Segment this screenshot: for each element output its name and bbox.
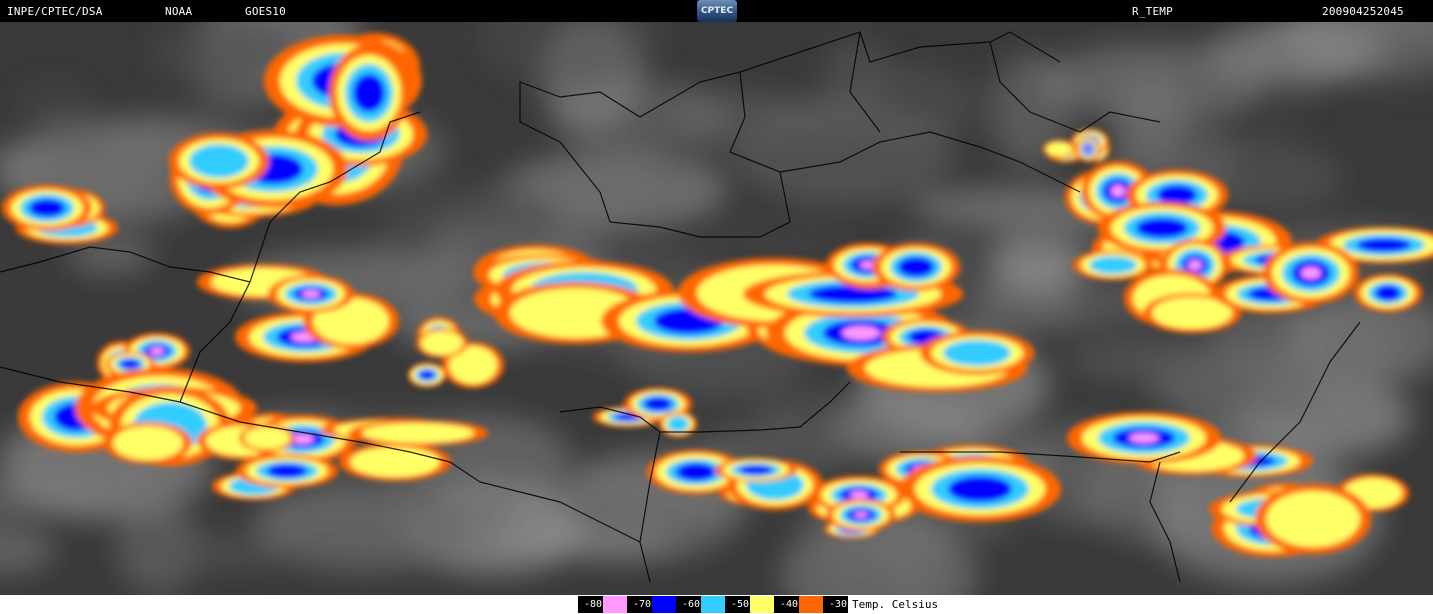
legend-item: -60: [676, 595, 725, 614]
product-label: R_TEMP: [1132, 5, 1173, 18]
convective-cell: [1046, 142, 1072, 156]
convective-cell: [1357, 238, 1411, 252]
temperature-legend: -80 -70 -60 -50 -40 -30 Temp. Celsius: [578, 595, 938, 614]
convective-cell: [1086, 146, 1090, 152]
convective-cell: [809, 285, 897, 303]
legend-item: -30: [823, 595, 848, 614]
legend-item: -80: [578, 595, 627, 614]
convective-cell: [362, 423, 474, 443]
header-bar: INPE/CPTEC/DSA NOAA GOES10 CPTEC R_TEMP …: [0, 0, 1433, 22]
convective-cell: [854, 512, 868, 518]
convective-cell: [1266, 491, 1360, 547]
cloud-texture: [769, 95, 867, 135]
cloud-texture: [1188, 360, 1318, 422]
cloud-texture: [16, 80, 90, 120]
satellite-map[interactable]: [0, 22, 1433, 595]
convective-cell: [29, 199, 65, 217]
convective-cell: [302, 290, 320, 298]
convective-cell: [292, 434, 314, 444]
legend-item: -70: [627, 595, 676, 614]
convective-cell: [1129, 433, 1159, 443]
agency-label: NOAA: [165, 5, 193, 18]
convective-cell: [1157, 185, 1197, 205]
map-canvas: [0, 22, 1433, 595]
convective-cell: [1111, 185, 1125, 197]
satellite-label: GOES10: [245, 5, 286, 18]
legend-swatch: [750, 596, 774, 613]
legend-value: -60: [676, 596, 701, 613]
convective-cell: [1089, 256, 1137, 274]
convective-cell: [419, 370, 435, 380]
legend-value: -50: [725, 596, 750, 613]
convective-cell: [667, 416, 689, 432]
convective-cell: [676, 463, 716, 481]
convective-cell: [1375, 285, 1401, 301]
convective-cell: [244, 427, 290, 449]
cptec-logo: CPTEC: [697, 0, 737, 22]
timestamp-label: 200904252045: [1322, 5, 1404, 18]
convective-cell: [1136, 218, 1188, 238]
convective-cell: [150, 347, 164, 355]
convective-cell: [120, 359, 140, 369]
legend-value: -40: [774, 596, 799, 613]
convective-cell: [850, 491, 868, 499]
cloud-texture: [654, 135, 724, 169]
convective-cell: [350, 447, 440, 477]
convective-cell: [189, 144, 249, 178]
convective-cell: [1301, 267, 1321, 279]
legend-value: -80: [578, 596, 603, 613]
convective-cell: [943, 340, 1011, 366]
legend-value: -70: [627, 596, 652, 613]
legend-item: -40: [774, 595, 823, 614]
convective-cell: [948, 476, 1012, 502]
convective-cell: [842, 326, 880, 340]
convective-cell: [113, 426, 183, 460]
legend-bar: -80 -70 -60 -50 -40 -30 Temp. Celsius: [0, 595, 1433, 614]
cloud-texture: [0, 526, 56, 574]
convective-cell: [267, 464, 307, 478]
legend-swatch: [799, 596, 823, 613]
cloud-texture: [255, 481, 471, 573]
legend-value: -30: [823, 596, 848, 613]
convective-cell: [644, 397, 672, 411]
convective-cell: [421, 331, 463, 355]
legend-swatch: [652, 596, 676, 613]
legend-swatch: [603, 596, 627, 613]
cloud-texture: [475, 526, 679, 558]
convective-cell: [1188, 260, 1202, 270]
convective-cell: [353, 74, 385, 112]
cloud-texture: [1312, 403, 1404, 443]
org-label: INPE/CPTEC/DSA: [7, 5, 103, 18]
convective-cell: [739, 465, 773, 475]
legend-item: -50: [725, 595, 774, 614]
convective-cell: [898, 257, 934, 277]
legend-swatch: [701, 596, 725, 613]
legend-title: Temp. Celsius: [852, 598, 939, 611]
